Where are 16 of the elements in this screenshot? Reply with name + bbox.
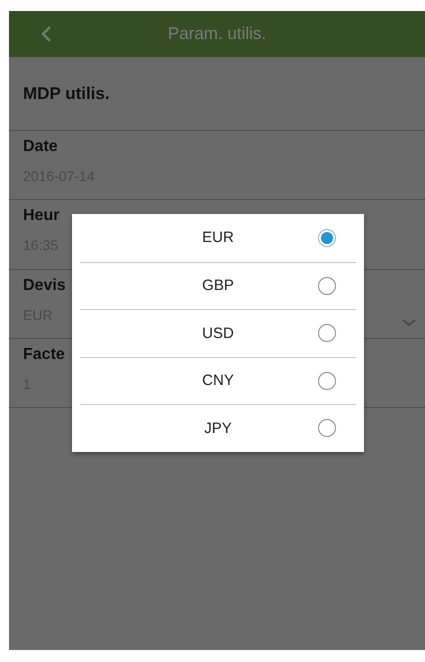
radio-button[interactable] — [318, 228, 336, 247]
currency-option[interactable]: EUR — [80, 214, 356, 262]
currency-option[interactable]: USD — [80, 309, 356, 356]
field-label: Devis — [23, 277, 66, 295]
screen-title: Param. utilis. — [168, 24, 266, 44]
radio-button[interactable] — [318, 324, 336, 342]
field-label: Date — [23, 138, 58, 156]
currency-option[interactable]: CNY — [80, 356, 356, 404]
radio-button[interactable] — [318, 276, 336, 295]
currency-option[interactable]: GBP — [80, 262, 356, 309]
radio-button[interactable] — [318, 372, 336, 390]
currency-option[interactable]: JPY — [80, 404, 356, 452]
field-label: Heur — [23, 207, 60, 225]
radio-button[interactable] — [318, 419, 336, 438]
back-icon[interactable] — [41, 25, 52, 43]
field-label: Facte — [23, 346, 65, 364]
